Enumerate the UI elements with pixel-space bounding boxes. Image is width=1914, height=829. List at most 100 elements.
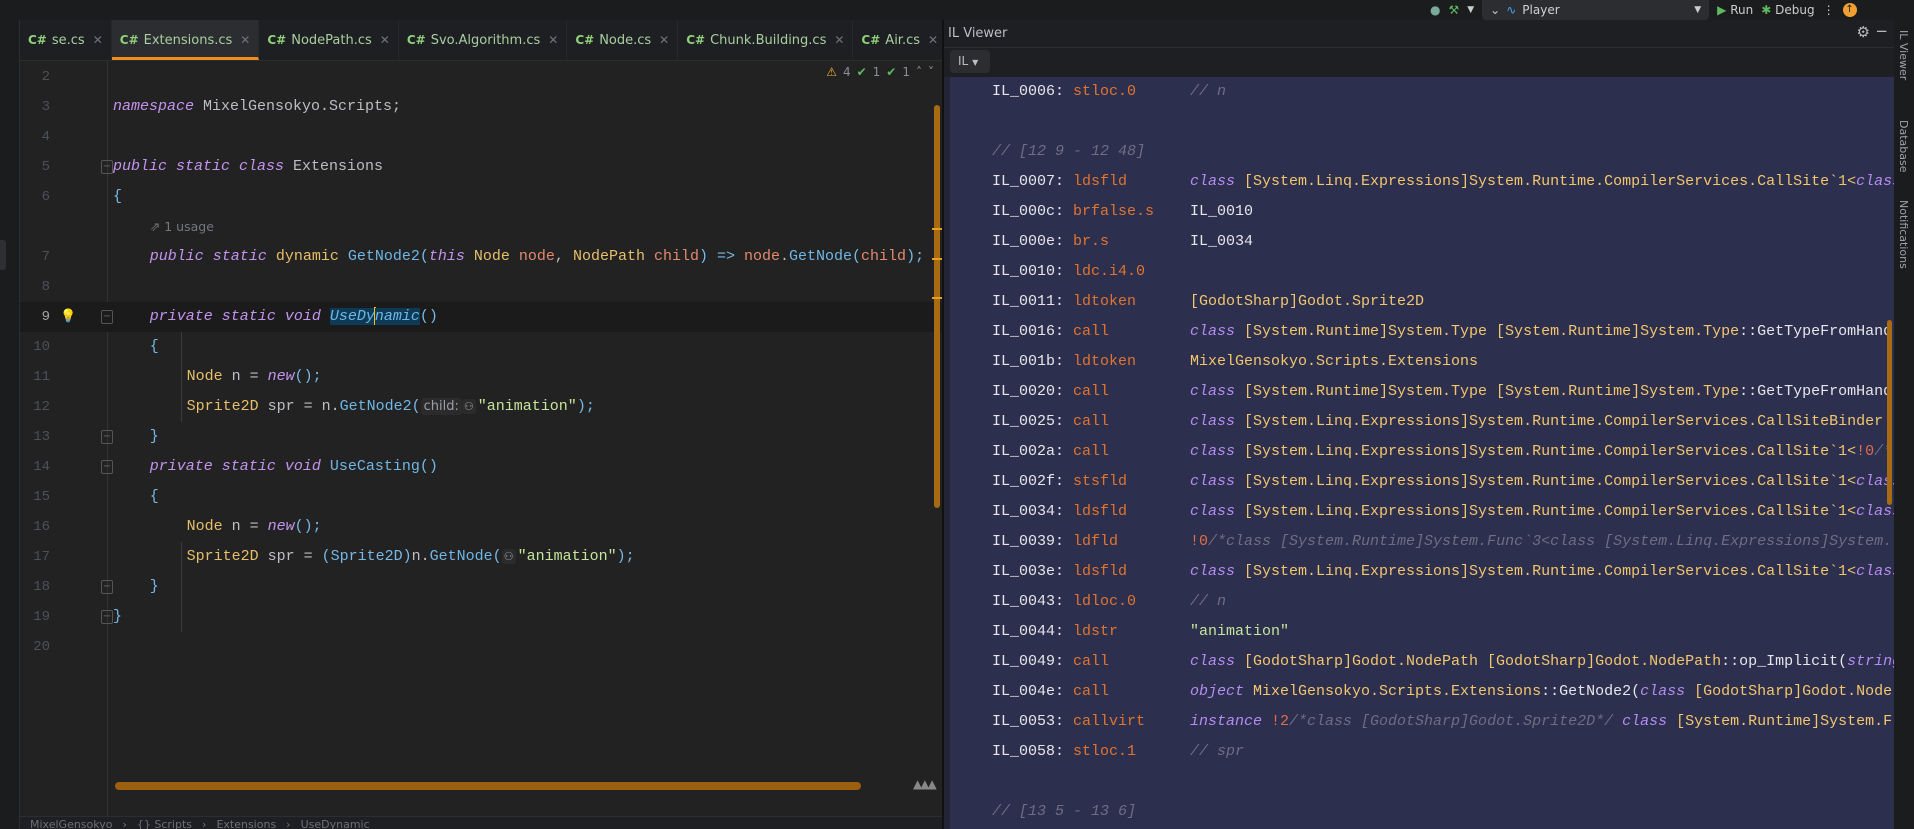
fold-end-icon[interactable]: − xyxy=(101,580,113,594)
code-token: ( xyxy=(419,248,429,265)
close-icon[interactable]: ✕ xyxy=(380,33,390,47)
code-token: Node xyxy=(186,518,232,535)
code-text: public static dynamic GetNode2(this Node… xyxy=(150,242,924,272)
tab-nodepath-cs[interactable]: C# NodePath.cs ✕ xyxy=(259,20,399,60)
close-icon[interactable]: ✕ xyxy=(240,33,250,47)
il-operand-token: !0 xyxy=(1190,533,1209,550)
code-token: ); xyxy=(906,248,925,265)
fold-end-icon[interactable]: − xyxy=(101,610,113,624)
il-instruction: IL_0053: callvirt instance !2/*class [Godo… xyxy=(950,707,1894,737)
tab-node-cs[interactable]: C# Node.cs ✕ xyxy=(567,20,679,60)
run-button[interactable]: ▶ Run xyxy=(1717,3,1753,17)
csharp-file-icon: C# xyxy=(267,33,287,47)
breadcrumb: MixelGensokyo › {} Scripts › Extensions › UseD… xyxy=(20,816,942,829)
build-hammer-icon[interactable]: ⚒ xyxy=(1448,3,1459,17)
il-mode-select[interactable]: IL ▼ xyxy=(950,50,990,73)
gear-icon[interactable]: ⚙ xyxy=(1857,23,1870,41)
code-token: GetNode xyxy=(429,548,493,565)
reader-mode-icon[interactable]: ▲▲▲ xyxy=(913,777,937,791)
minimize-icon[interactable]: − xyxy=(1875,22,1888,40)
il-operand-token: // n xyxy=(1190,83,1227,100)
tab-extensions-cs[interactable]: C# Extensions.cs ✕ xyxy=(111,20,260,60)
il-offset: IL_0049: xyxy=(992,653,1065,670)
tool-window-tab[interactable] xyxy=(0,240,6,270)
il-vertical-scrollbar[interactable] xyxy=(1887,320,1892,505)
il-operand: class [System.Runtime]System.Type [Syste… xyxy=(1190,317,1894,347)
more-actions-icon[interactable]: ⋮ xyxy=(1823,3,1835,17)
code-token: n = xyxy=(231,368,268,385)
fold-collapse-icon[interactable]: − xyxy=(101,310,113,324)
tool-window-database[interactable]: Database xyxy=(1897,120,1910,173)
breadcrumb-item[interactable]: UseDynamic xyxy=(301,817,370,829)
usage-text: 1 usage xyxy=(164,219,214,234)
update-available-icon[interactable]: ↑ xyxy=(1842,3,1857,17)
code-line: 17 Sprite2D spr = (Sprite2D)n.GetNode(⚇ "a… xyxy=(20,542,942,572)
code-token: Node xyxy=(186,368,232,385)
vertical-scrollbar[interactable] xyxy=(934,105,940,508)
tab-label: se.cs xyxy=(51,32,85,48)
line-number: 19 xyxy=(33,609,50,625)
code-token: { xyxy=(149,338,159,355)
code-token: } xyxy=(149,578,159,595)
usages-link[interactable]: ⇗ 1 usage xyxy=(150,219,214,234)
close-icon[interactable]: ✕ xyxy=(548,33,558,47)
close-icon[interactable]: ✕ xyxy=(659,33,669,47)
il-offset: IL_003e: xyxy=(992,563,1065,580)
code-line: 2 xyxy=(20,62,942,92)
tab-air-cs[interactable]: C# Air.cs ✕ xyxy=(853,20,948,60)
close-icon[interactable]: ✕ xyxy=(834,33,844,47)
breadcrumb-item[interactable]: Extensions xyxy=(216,817,276,829)
code-token: public static xyxy=(149,248,276,265)
debug-label: Debug xyxy=(1775,3,1815,17)
il-operand-token: class xyxy=(1856,563,1894,580)
close-icon[interactable]: ✕ xyxy=(928,33,938,47)
tool-window-il-viewer[interactable]: IL Viewer xyxy=(1897,30,1910,80)
error-stripe-mark[interactable] xyxy=(932,258,942,260)
build-dropdown-icon[interactable]: ▼ xyxy=(1467,5,1474,15)
fold-collapse-icon[interactable]: − xyxy=(101,160,113,174)
il-operand-token: class xyxy=(1190,323,1236,340)
il-instruction: IL_002f: stsfld class [System.Linq.Express… xyxy=(950,467,1894,497)
code-line: 11 Node n = new(); xyxy=(20,362,942,392)
il-offset: IL_0058: xyxy=(992,743,1065,760)
il-code-view[interactable]: IL_0006: stloc.0 // n // [12 9 - 12 48] IL_0… xyxy=(944,77,1894,829)
run-configuration-select[interactable]: ⌄ ∿ Player ▼ xyxy=(1482,0,1710,20)
breadcrumb-item[interactable]: MixelGensokyo xyxy=(30,817,112,829)
search-everywhere-icon[interactable]: ● xyxy=(1430,3,1440,17)
il-opcode: call xyxy=(1073,653,1110,670)
fold-end-icon[interactable]: − xyxy=(101,430,113,444)
code-line: 13 −} xyxy=(20,422,942,452)
il-operand-token: // n xyxy=(1190,593,1227,610)
code-text: Sprite2D spr = (Sprite2D)n.GetNode(⚇ "ani… xyxy=(187,542,635,572)
tab-label: Svo.Algorithm.cs xyxy=(430,32,541,48)
tab-se-cs[interactable]: C# se.cs ✕ xyxy=(20,20,112,60)
tab-svo-algorithm-cs[interactable]: C# Svo.Algorithm.cs ✕ xyxy=(399,20,568,60)
debug-button[interactable]: ✱ Debug xyxy=(1761,3,1814,17)
error-stripe-mark[interactable] xyxy=(932,228,942,230)
tab-chunk-building-cs[interactable]: C# Chunk.Building.cs ✕ xyxy=(678,20,854,60)
lightbulb-icon[interactable]: 💡 xyxy=(60,302,76,332)
il-operand-token: instance xyxy=(1190,713,1272,730)
horizontal-scrollbar[interactable] xyxy=(115,782,861,790)
code-token: new xyxy=(267,518,295,535)
godot-player-icon: ∿ xyxy=(1506,3,1517,17)
il-operand-token: IL_0010 xyxy=(1190,203,1254,220)
left-tool-strip xyxy=(0,20,20,829)
breadcrumb-item[interactable]: {} Scripts xyxy=(137,817,192,829)
il-operand-token: // spr xyxy=(1190,743,1245,760)
code-token: private static void xyxy=(149,308,330,325)
error-stripe-mark[interactable] xyxy=(932,297,942,299)
il-operand-token: [System.Linq.Expressions]System.Runtime.… xyxy=(1235,413,1884,430)
code-line: 19 −} xyxy=(20,602,942,632)
code-editor[interactable]: ⚠ 4 ✔ 1 ✔ 1 ˄ ˅ 2 3 namespace MixelGensokyo.S… xyxy=(20,61,942,816)
il-operand-token: class xyxy=(1640,683,1686,700)
breadcrumb-separator: › xyxy=(202,818,207,829)
code-token: Node xyxy=(473,248,519,265)
fold-collapse-icon[interactable]: − xyxy=(101,460,113,474)
code-token: public static class xyxy=(113,158,285,175)
right-tool-strip: IL Viewer Database Notifications xyxy=(1894,20,1914,829)
code-text: { xyxy=(113,182,122,212)
line-number: 5 xyxy=(41,159,50,175)
tool-window-notifications[interactable]: Notifications xyxy=(1897,200,1910,269)
close-icon[interactable]: ✕ xyxy=(93,33,103,47)
